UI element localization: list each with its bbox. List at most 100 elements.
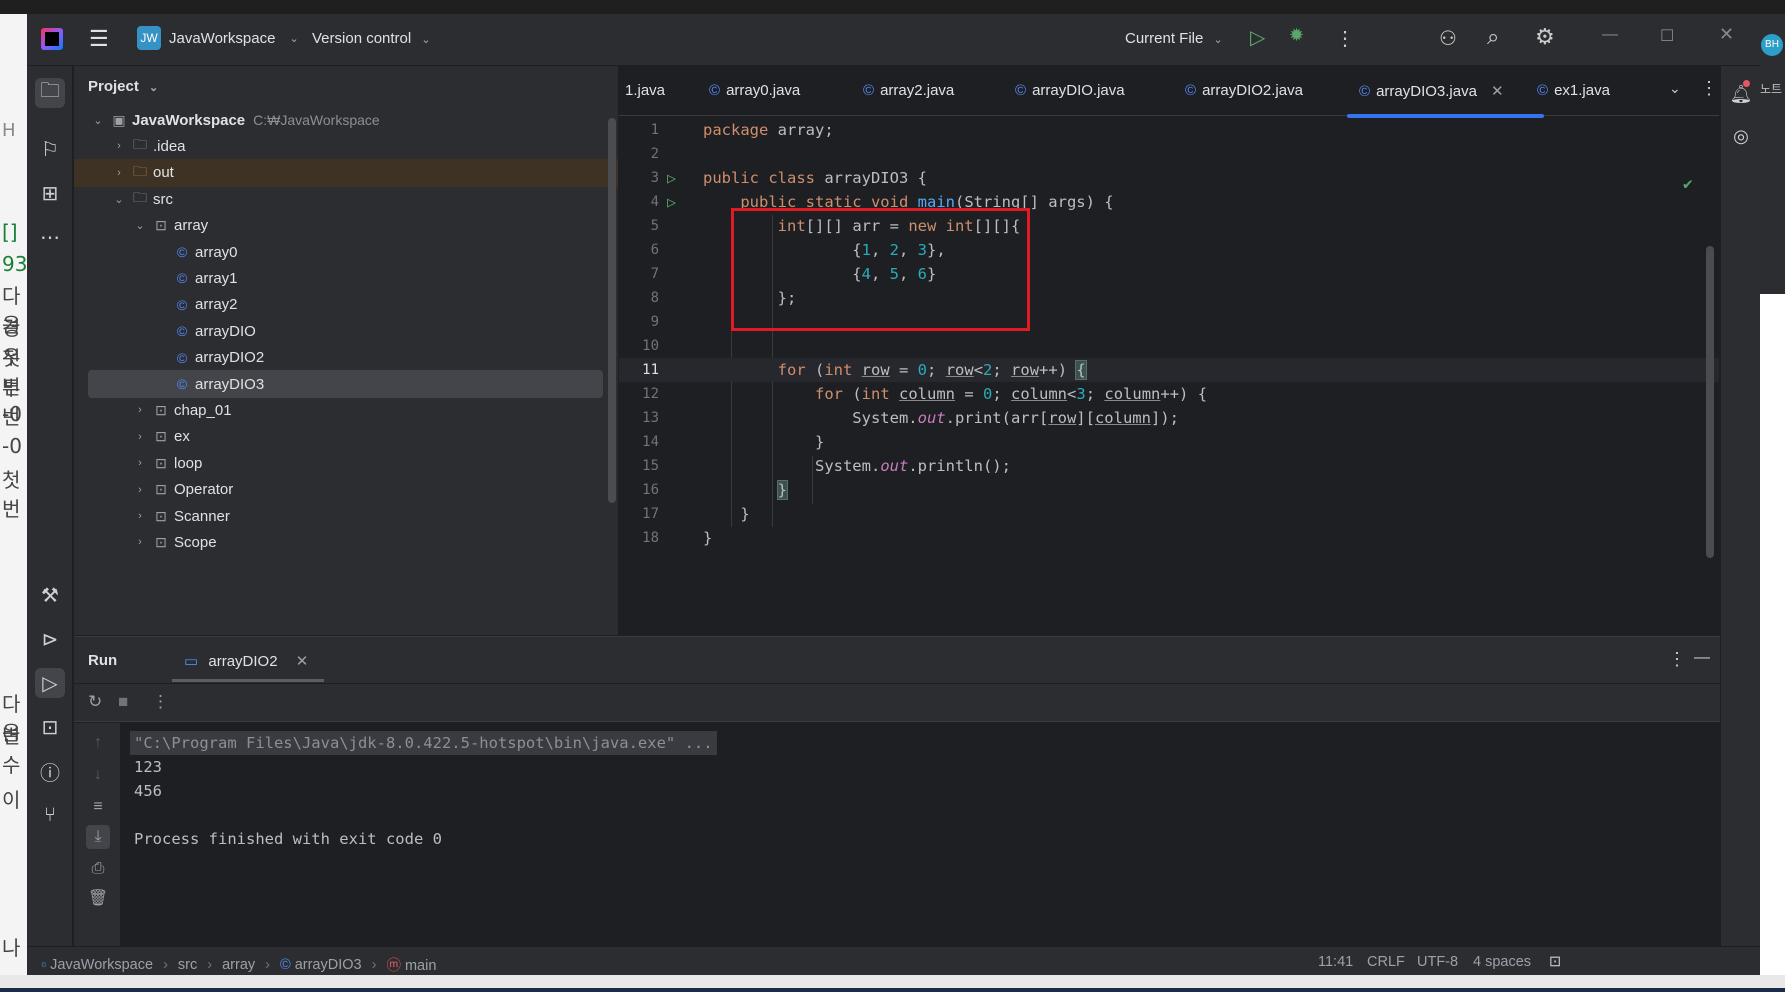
more-tools-icon[interactable]: ⋯: [35, 222, 65, 252]
project-folder-icon[interactable]: 🗀: [35, 78, 65, 108]
scroll-to-end-icon[interactable]: ⤓: [86, 825, 110, 849]
tree-item[interactable]: › ⊡ Operator: [74, 476, 618, 504]
intellij-logo-icon[interactable]: [41, 28, 63, 50]
run-tab-arraydio2[interactable]: ▭ arrayDIO2 ✕: [184, 652, 308, 670]
line-ending[interactable]: CRLF: [1367, 954, 1405, 970]
lock-icon[interactable]: ⊡: [1549, 954, 1561, 970]
tree-item[interactable]: © arrayDIO3: [88, 370, 603, 398]
tab-1-java[interactable]: 1.java: [625, 82, 665, 99]
file-encoding[interactable]: UTF-8: [1417, 954, 1458, 970]
main-menu-icon[interactable]: ☰: [89, 28, 109, 50]
code-line: 13 System.out.print(arr[row][column]);: [619, 406, 1719, 430]
tree-item[interactable]: ⌄ 🗀 src: [74, 185, 618, 213]
gear-icon[interactable]: ⚙: [1535, 24, 1555, 50]
tree-item[interactable]: › ⊡ ex: [74, 423, 618, 451]
arrow-down-icon[interactable]: ↓: [86, 763, 110, 787]
structure-icon[interactable]: ⊞: [35, 178, 65, 208]
breadcrumb-item-project[interactable]: ▫ JavaWorkspace: [41, 957, 153, 973]
print-icon[interactable]: ⎙: [86, 857, 110, 881]
tree-item[interactable]: © arrayDIO: [74, 317, 618, 345]
breadcrumb-item-src[interactable]: src: [178, 957, 197, 973]
tab-arraydio3-java[interactable]: © arrayDIO3.java ✕: [1347, 82, 1543, 118]
run-icon[interactable]: ▷: [1250, 25, 1265, 50]
chevron-right-icon[interactable]: ›: [132, 510, 148, 522]
tree-item[interactable]: ⌄ ▣ JavaWorkspace C:₩JavaWorkspace: [74, 106, 618, 134]
gutter-run-icon[interactable]: ▷: [667, 167, 676, 189]
run-panel-more-icon[interactable]: ⋮: [1668, 649, 1686, 670]
build-hammer-icon[interactable]: ⚒: [35, 580, 65, 610]
chevron-right-icon[interactable]: ›: [111, 140, 127, 152]
tab-array2-java[interactable]: © array2.java: [863, 82, 954, 99]
chevron-right-icon[interactable]: ›: [111, 167, 127, 179]
project-switcher[interactable]: JW JavaWorkspace ⌄: [137, 26, 299, 50]
run-tab-label: arrayDIO2: [208, 653, 278, 670]
chevron-right-icon: ›: [371, 956, 377, 973]
add-user-icon[interactable]: ⚇: [1439, 26, 1457, 51]
breadcrumb: ▫ JavaWorkspace › src › array › © arrayD…: [41, 954, 436, 975]
rerun-icon[interactable]: ↻: [88, 692, 102, 712]
tabs-more-icon[interactable]: ⋮: [1700, 78, 1718, 99]
tab-ex1-java[interactable]: © ex1.java: [1537, 82, 1610, 99]
chevron-right-icon[interactable]: ›: [132, 484, 148, 496]
tree-item[interactable]: © array0: [74, 238, 618, 266]
terminal-icon[interactable]: ⊡: [35, 712, 65, 742]
tree-item[interactable]: ⌄ ⊡ array: [74, 212, 618, 240]
minimize-icon[interactable]: —: [1602, 26, 1618, 44]
tree-item[interactable]: › 🗀 out: [74, 158, 618, 187]
search-icon[interactable]: ⌕: [1487, 24, 1499, 50]
tab-array0-java[interactable]: © array0.java: [709, 82, 800, 99]
editor-scrollbar[interactable]: [1706, 246, 1714, 558]
run-panel-minimize-icon[interactable]: —: [1694, 649, 1710, 667]
version-control-menu[interactable]: Version control ⌄: [312, 30, 431, 47]
tab-arraydio2-java[interactable]: © arrayDIO2.java: [1185, 82, 1303, 99]
breadcrumb-item-array[interactable]: array: [222, 957, 255, 973]
debug-icon[interactable]: ✹: [1289, 25, 1304, 46]
tree-item[interactable]: © array2: [74, 291, 618, 319]
stop-icon[interactable]: ■: [118, 692, 128, 712]
tab-close-icon[interactable]: ✕: [1491, 83, 1504, 100]
line-number: 13: [642, 410, 659, 426]
tabs-dropdown-icon[interactable]: ⌄: [1669, 80, 1681, 97]
project-scrollbar[interactable]: [608, 118, 616, 503]
git-branch-icon[interactable]: ⑂: [35, 800, 65, 830]
indent-setting[interactable]: 4 spaces: [1473, 954, 1531, 970]
close-icon[interactable]: ✕: [1719, 24, 1734, 45]
breadcrumb-item-method[interactable]: ⓜ main: [386, 954, 436, 975]
tree-item[interactable]: © array1: [74, 264, 618, 292]
chevron-right-icon[interactable]: ›: [132, 431, 148, 443]
chevron-down-icon[interactable]: ⌄: [111, 193, 127, 206]
services-icon[interactable]: ⊳: [35, 624, 65, 654]
tree-item[interactable]: › ⊡ Scope: [74, 528, 618, 556]
breadcrumb-item-class[interactable]: © arrayDIO3: [280, 957, 362, 973]
run-tool-icon[interactable]: ▷: [35, 668, 65, 698]
tree-item[interactable]: › ⊡ loop: [74, 449, 618, 477]
chevron-right-icon: ›: [207, 956, 213, 973]
run-tab-close-icon[interactable]: ✕: [296, 653, 309, 670]
trash-icon[interactable]: 🗑︎: [86, 887, 110, 911]
more-actions-icon[interactable]: ⋮: [1335, 26, 1355, 51]
chevron-down-icon[interactable]: ⌄: [90, 114, 106, 127]
notifications-bell-icon[interactable]: 🔔︎: [1727, 80, 1755, 108]
bookmarks-icon[interactable]: ⚐: [35, 134, 65, 164]
tree-item[interactable]: › ⊡ Scanner: [74, 502, 618, 530]
run-toolbar-more-icon[interactable]: ⋮: [152, 692, 169, 712]
caret-position[interactable]: 11:41: [1318, 954, 1353, 970]
tab-arraydio-java[interactable]: © arrayDIO.java: [1015, 82, 1125, 99]
code-area[interactable]: 1 package array; 2 3 ▷ public class arrayDI…: [619, 116, 1719, 635]
console-line: 456: [134, 782, 162, 800]
run-config-selector[interactable]: Current File ⌄: [1125, 30, 1223, 47]
tree-item[interactable]: › 🗀 .idea: [74, 132, 618, 160]
maximize-icon[interactable]: ☐: [1660, 26, 1674, 46]
no-problems-check-icon[interactable]: ✔: [1683, 174, 1693, 193]
tree-item[interactable]: © arrayDIO2: [74, 344, 618, 372]
problems-icon[interactable]: ⓘ: [35, 756, 65, 786]
chevron-right-icon[interactable]: ›: [132, 457, 148, 469]
chevron-right-icon[interactable]: ›: [132, 536, 148, 548]
chevron-down-icon[interactable]: ⌄: [132, 219, 148, 232]
chevron-right-icon[interactable]: ›: [132, 404, 148, 416]
arrow-up-icon[interactable]: ↑: [86, 731, 110, 755]
gutter-run-icon[interactable]: ▷: [667, 191, 676, 213]
ai-assistant-icon[interactable]: ◎: [1727, 122, 1755, 150]
tree-item[interactable]: › ⊡ chap_01: [74, 396, 618, 424]
soft-wrap-icon[interactable]: ≡: [86, 795, 110, 819]
